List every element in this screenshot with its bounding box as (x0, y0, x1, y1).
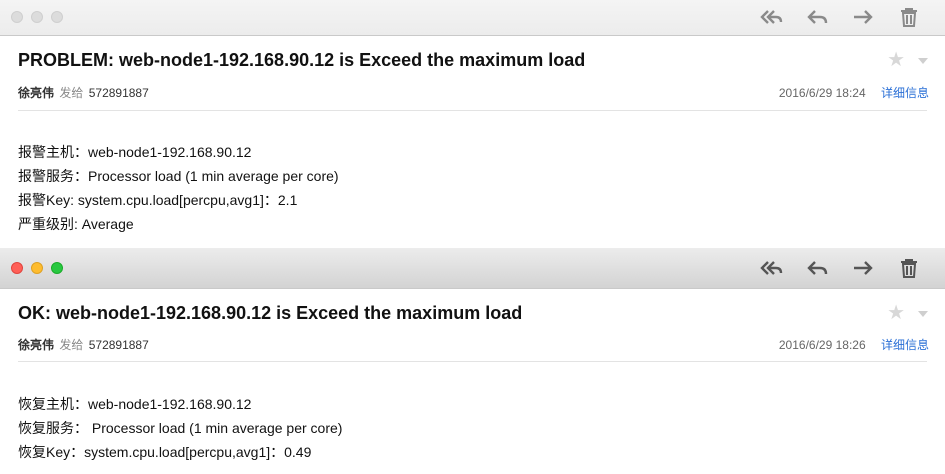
toolbar (0, 0, 945, 36)
message-time: 18:24 (835, 86, 866, 100)
sender-name[interactable]: 徐亮伟 (18, 338, 54, 352)
toolbar (0, 248, 945, 289)
reply-icon (807, 261, 828, 275)
sender-name[interactable]: 徐亮伟 (18, 86, 54, 100)
details-link[interactable]: 详细信息 (881, 86, 929, 100)
message-subject: PROBLEM: web-node1-192.168.90.12 is Exce… (18, 50, 586, 70)
body-line: 报警Key: system.cpu.load[percpu,avg1]：2.1 (18, 192, 298, 208)
trash-icon (901, 259, 917, 278)
delete-button[interactable] (895, 255, 923, 281)
forward-icon (854, 261, 873, 275)
message-subject: OK: web-node1-192.168.90.12 is Exceed th… (18, 303, 523, 323)
reply-button[interactable] (803, 255, 831, 281)
body-line: 报警主机：web-node1-192.168.90.12 (18, 144, 252, 160)
close-button[interactable] (11, 11, 23, 23)
message-date: 2016/6/29 (778, 86, 833, 100)
reply-icon (807, 10, 828, 24)
message-meta: 2016/6/29 18:26 详细信息 (779, 336, 929, 353)
details-link[interactable]: 详细信息 (881, 338, 929, 352)
chevron-down-icon[interactable] (918, 58, 928, 64)
zoom-button[interactable] (51, 262, 63, 274)
sender-line: 徐亮伟 发给 572891887 (18, 84, 149, 101)
body-line: 恢复主机：web-node1-192.168.90.12 (18, 396, 252, 412)
header-divider (18, 110, 927, 111)
body-line: 报警服务：Processor load (1 min average per c… (18, 168, 339, 184)
forward-button[interactable] (849, 4, 877, 30)
sender-line: 徐亮伟 发给 572891887 (18, 336, 149, 353)
minimize-button[interactable] (31, 11, 43, 23)
star-icon[interactable]: ★ (887, 303, 905, 323)
recipient[interactable]: 572891887 (89, 338, 149, 352)
minimize-button[interactable] (31, 262, 43, 274)
message-window-ok: OK: web-node1-192.168.90.12 is Exceed th… (0, 248, 945, 474)
body-line: 严重级别: Average (18, 216, 134, 232)
zoom-button[interactable] (51, 11, 63, 23)
body-line: 恢复服务： Processor load (1 min average per … (18, 420, 343, 436)
sent-to-label: 发给 (59, 338, 84, 352)
chevron-down-icon[interactable] (918, 311, 928, 317)
header-divider (18, 361, 927, 362)
reply-all-button[interactable] (757, 4, 785, 30)
message-date: 2016/6/29 (778, 338, 833, 352)
message-body: 恢复主机：web-node1-192.168.90.12 恢复服务： Proce… (18, 392, 342, 464)
trash-icon (901, 8, 917, 27)
window-controls (11, 11, 63, 23)
reply-all-icon (760, 261, 783, 275)
message-meta: 2016/6/29 18:24 详细信息 (779, 84, 929, 101)
message-window-problem: PROBLEM: web-node1-192.168.90.12 is Exce… (0, 0, 945, 248)
reply-all-button[interactable] (757, 255, 785, 281)
message-actions (757, 255, 923, 281)
message-time: 18:26 (835, 338, 866, 352)
close-button[interactable] (11, 262, 23, 274)
reply-button[interactable] (803, 4, 831, 30)
reply-all-icon (760, 10, 783, 24)
recipient[interactable]: 572891887 (89, 86, 149, 100)
forward-button[interactable] (849, 255, 877, 281)
body-line: 恢复Key：system.cpu.load[percpu,avg1]：0.49 (18, 444, 312, 460)
star-icon[interactable]: ★ (887, 50, 905, 70)
message-body: 报警主机：web-node1-192.168.90.12 报警服务：Proces… (18, 140, 339, 236)
delete-button[interactable] (895, 4, 923, 30)
window-controls (11, 262, 63, 274)
forward-icon (854, 10, 873, 24)
message-actions (757, 4, 923, 30)
sent-to-label: 发给 (59, 86, 84, 100)
